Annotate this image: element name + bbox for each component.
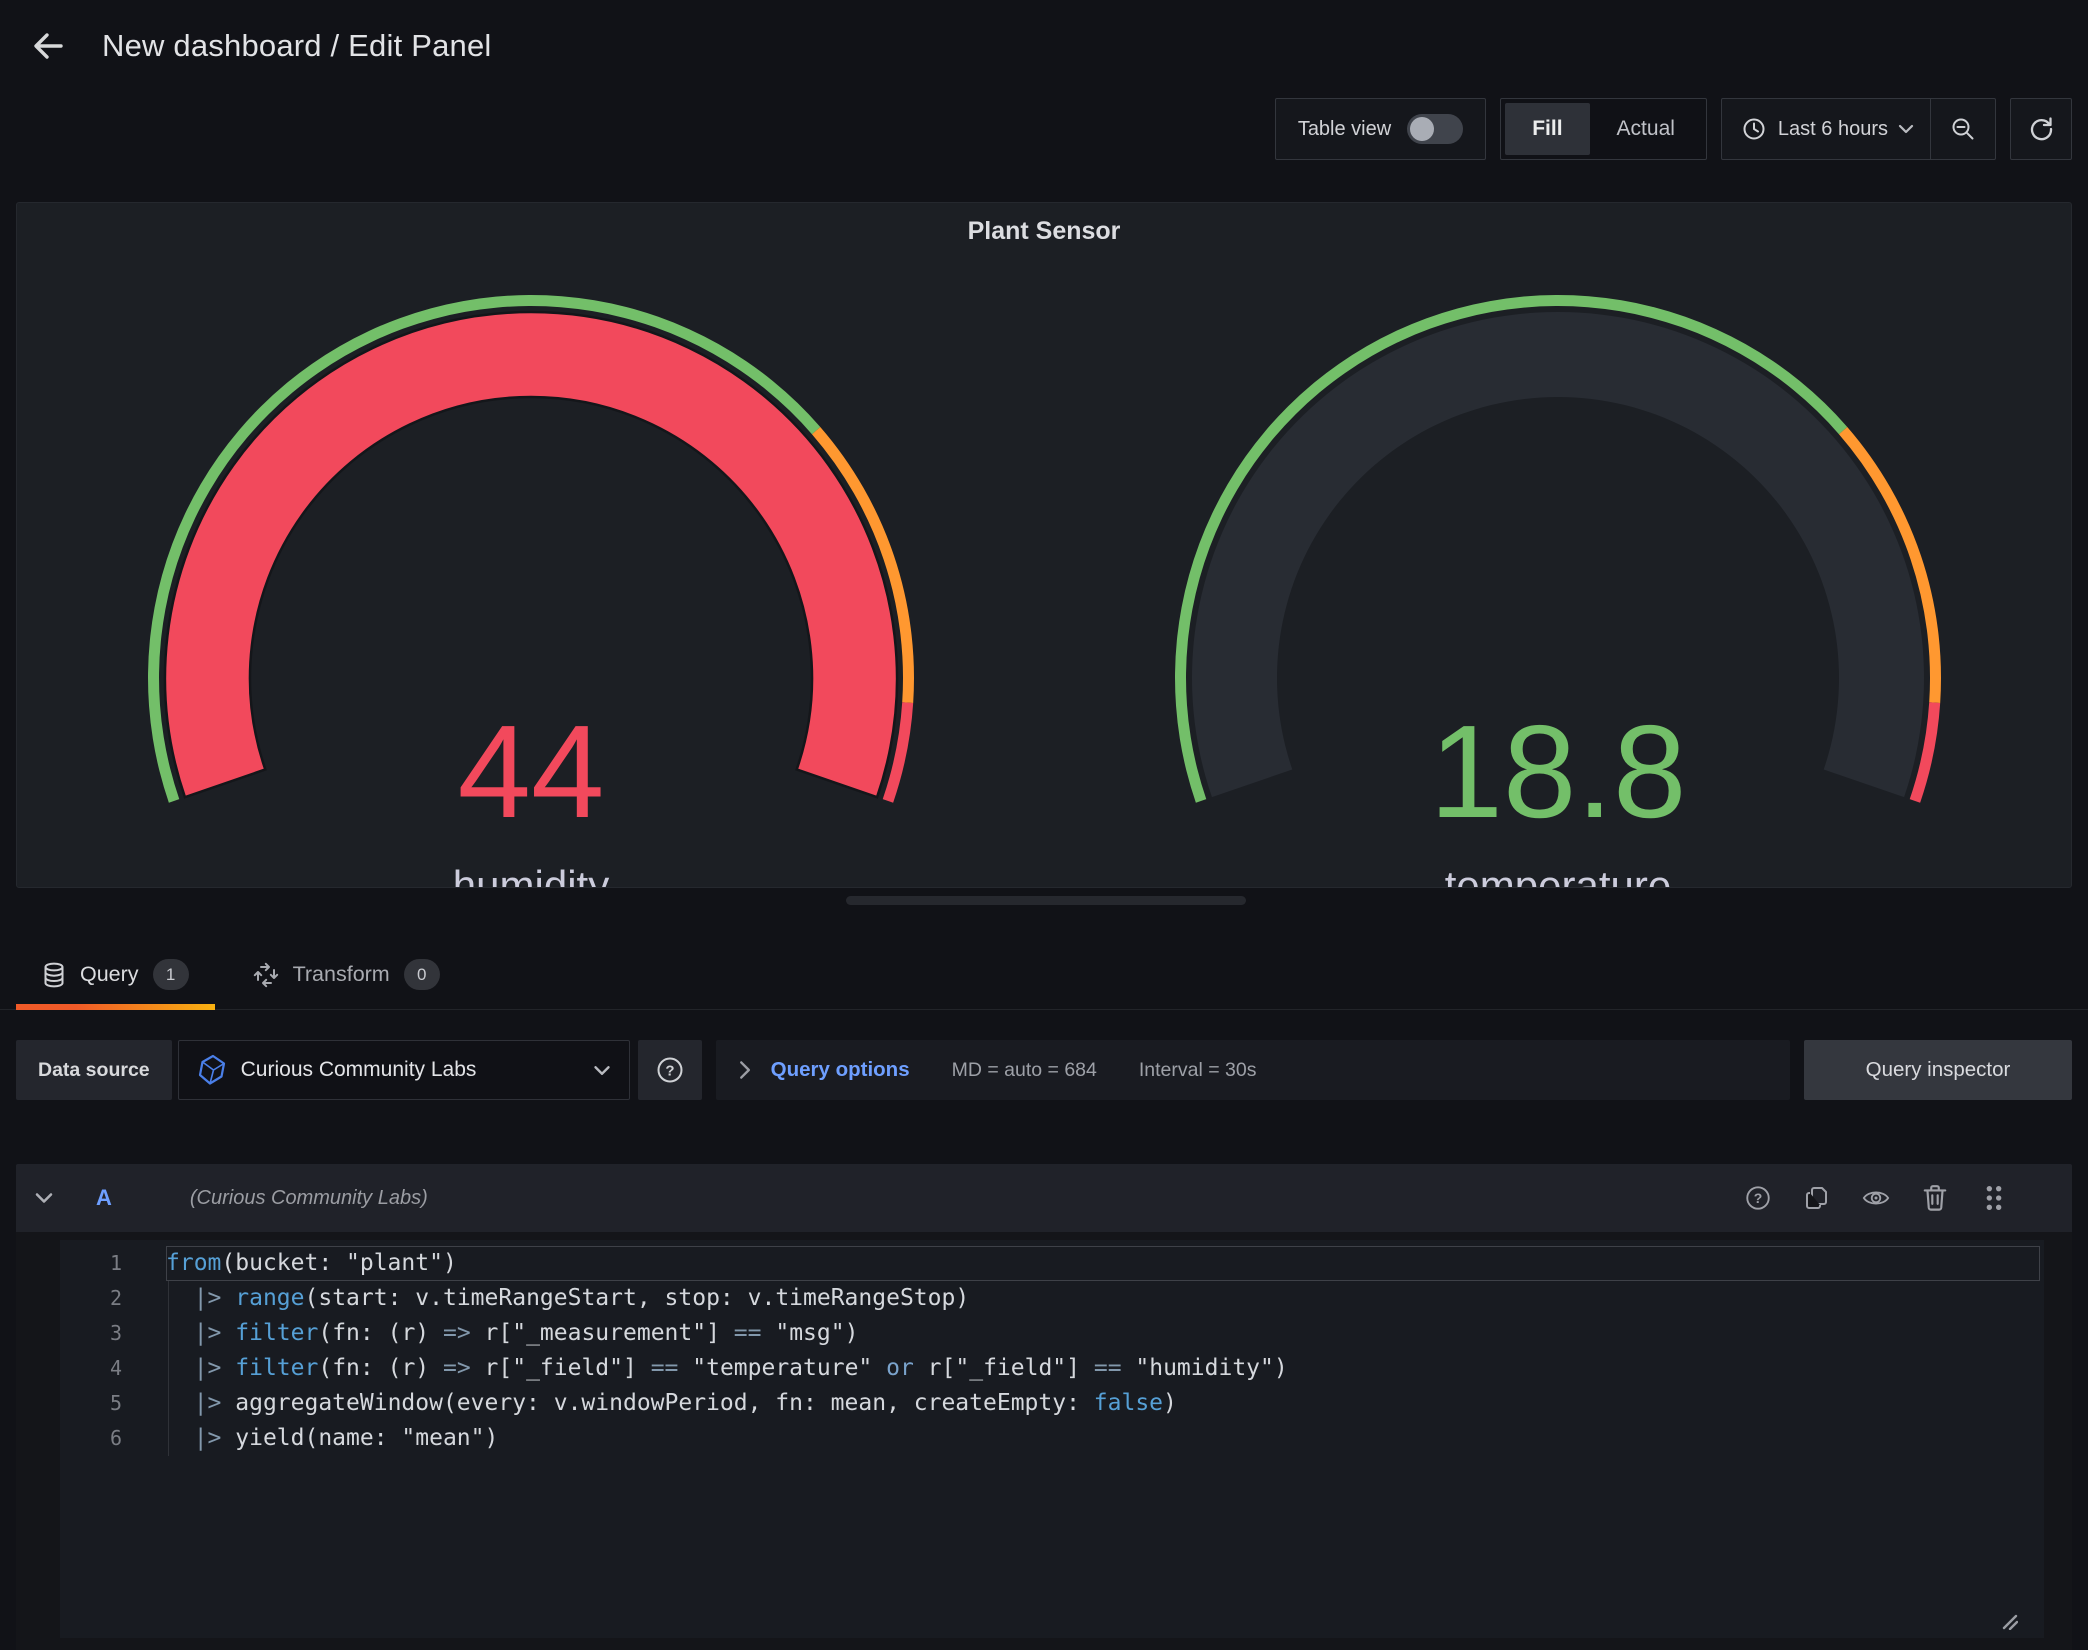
panel-resize-handle[interactable] (846, 896, 1246, 905)
toggle-visibility-button[interactable] (1862, 1184, 1890, 1212)
duplicate-query-button[interactable] (1803, 1184, 1831, 1212)
query-help-button[interactable]: ? (1744, 1184, 1772, 1212)
query-row-header[interactable]: A (Curious Community Labs) ? (16, 1164, 2072, 1232)
page-title: New dashboard / Edit Panel (102, 28, 492, 64)
query-ref-id: A (96, 1185, 112, 1211)
time-range-label: Last 6 hours (1778, 118, 1888, 141)
datasource-row: Data source Curious Community Labs ? Que… (16, 1040, 2072, 1100)
query-inspector-button[interactable]: Query inspector (1804, 1040, 2072, 1100)
resize-grip-icon (2000, 1612, 2018, 1630)
drag-handle-icon (1983, 1184, 2005, 1212)
query-row-actions: ? (1744, 1184, 2054, 1212)
refresh-icon (2027, 115, 2055, 143)
gauge-label: humidity (453, 862, 609, 887)
collapse-chevron-icon (34, 1191, 54, 1205)
code-lines: 1from(bucket: "plant")2 |> range(start: … (60, 1240, 2044, 1456)
drag-query-handle[interactable] (1980, 1184, 2008, 1212)
table-view-toggle[interactable] (1407, 114, 1463, 144)
gauge-svg-temperature: 18.8 temperature (1044, 259, 2071, 887)
line-number: 1 (60, 1246, 166, 1281)
gauge-value: 44 (458, 698, 605, 845)
time-range-picker[interactable]: Last 6 hours (1742, 99, 1930, 159)
gauge-temperature: 18.8 temperature (1044, 259, 2071, 887)
clock-icon (1742, 117, 1766, 141)
query-editor-card: A (Curious Community Labs) ? (16, 1164, 2072, 1650)
datasource-help-button[interactable]: ? (638, 1040, 702, 1100)
gauge-container: 44 humidity 18.8 temperature (17, 259, 2071, 887)
eye-icon (1862, 1185, 1890, 1211)
zoom-out-time-button[interactable] (1931, 99, 1995, 159)
gauge-value: 18.8 (1430, 698, 1687, 845)
transform-icon (253, 962, 279, 988)
query-options-label: Query options (771, 1058, 910, 1082)
gauge-humidity: 44 humidity (17, 259, 1044, 887)
app-header: New dashboard / Edit Panel (0, 0, 2088, 92)
delete-query-button[interactable] (1921, 1184, 1949, 1212)
tab-query-label: Query (80, 962, 139, 987)
tab-query-count: 1 (153, 959, 189, 990)
help-circle-icon: ? (1744, 1184, 1772, 1212)
tab-transform-count: 0 (404, 959, 440, 990)
plant-sensor-panel: Plant Sensor 44 humidity 18.8 temperature (16, 202, 2072, 888)
copy-icon (1803, 1184, 1831, 1212)
code-line-4: 4 |> filter(fn: (r) => r["_field"] == "t… (60, 1351, 2044, 1386)
chevron-down-icon (1898, 123, 1914, 135)
line-number: 2 (60, 1281, 166, 1316)
line-number: 5 (60, 1386, 166, 1421)
code-line-3: 3 |> filter(fn: (r) => r["_measurement"]… (60, 1316, 2044, 1351)
toggle-knob (1410, 117, 1434, 141)
panel-title: Plant Sensor (17, 203, 2071, 259)
tab-query[interactable]: Query 1 (16, 940, 215, 1010)
editor-resize-grip[interactable] (2000, 1612, 2018, 1630)
chevron-right-icon (738, 1060, 751, 1080)
code-line-2: 2 |> range(start: v.timeRangeStart, stop… (60, 1281, 2044, 1316)
edit-tabs: Query 1 Transform 0 (0, 940, 2088, 1010)
svg-text:?: ? (665, 1063, 674, 1080)
interval-stat: Interval = 30s (1139, 1059, 1257, 1082)
chevron-down-icon (593, 1064, 611, 1077)
line-number: 4 (60, 1351, 166, 1386)
code-line-6: 6 |> yield(name: "mean") (60, 1421, 2044, 1456)
tab-transform[interactable]: Transform 0 (227, 940, 466, 1010)
code-line-1: 1from(bucket: "plant") (60, 1246, 2044, 1281)
line-number: 6 (60, 1421, 166, 1456)
query-datasource-hint: (Curious Community Labs) (190, 1187, 428, 1210)
datasource-picker[interactable]: Curious Community Labs (178, 1040, 630, 1100)
datasource-name: Curious Community Labs (241, 1058, 579, 1082)
fill-button[interactable]: Fill (1505, 103, 1589, 155)
table-view-label: Table view (1298, 118, 1391, 141)
grafana-edit-panel: { "header": { "title": "New dashboard / … (0, 0, 2088, 1650)
line-number: 3 (60, 1316, 166, 1351)
refresh-button[interactable] (2010, 98, 2072, 160)
database-icon (42, 962, 66, 988)
back-button[interactable] (30, 28, 66, 64)
query-options-toggle[interactable]: Query options MD = auto = 684 Interval =… (716, 1040, 1790, 1100)
fill-actual-group: Fill Actual (1500, 98, 1707, 160)
table-view-group: Table view (1275, 98, 1486, 160)
influxdb-icon (197, 1054, 227, 1086)
actual-button[interactable]: Actual (1590, 103, 1702, 155)
svg-text:?: ? (1754, 1190, 1763, 1206)
help-circle-icon: ? (655, 1055, 685, 1085)
datasource-label: Data source (16, 1040, 172, 1100)
gauge-svg-humidity: 44 humidity (17, 259, 1044, 887)
max-datapoints-stat: MD = auto = 684 (952, 1059, 1097, 1082)
back-arrow-icon (30, 28, 66, 64)
flux-query-editor[interactable]: 1from(bucket: "plant")2 |> range(start: … (60, 1240, 2044, 1638)
tab-transform-label: Transform (293, 962, 390, 987)
code-line-5: 5 |> aggregateWindow(every: v.windowPeri… (60, 1386, 2044, 1421)
zoom-out-icon (1950, 116, 1976, 142)
gauge-label: temperature (1445, 862, 1671, 887)
toolbar: Table view Fill Actual Last 6 hours (0, 92, 2088, 166)
trash-icon (1922, 1184, 1948, 1212)
time-range-group: Last 6 hours (1721, 98, 1996, 160)
